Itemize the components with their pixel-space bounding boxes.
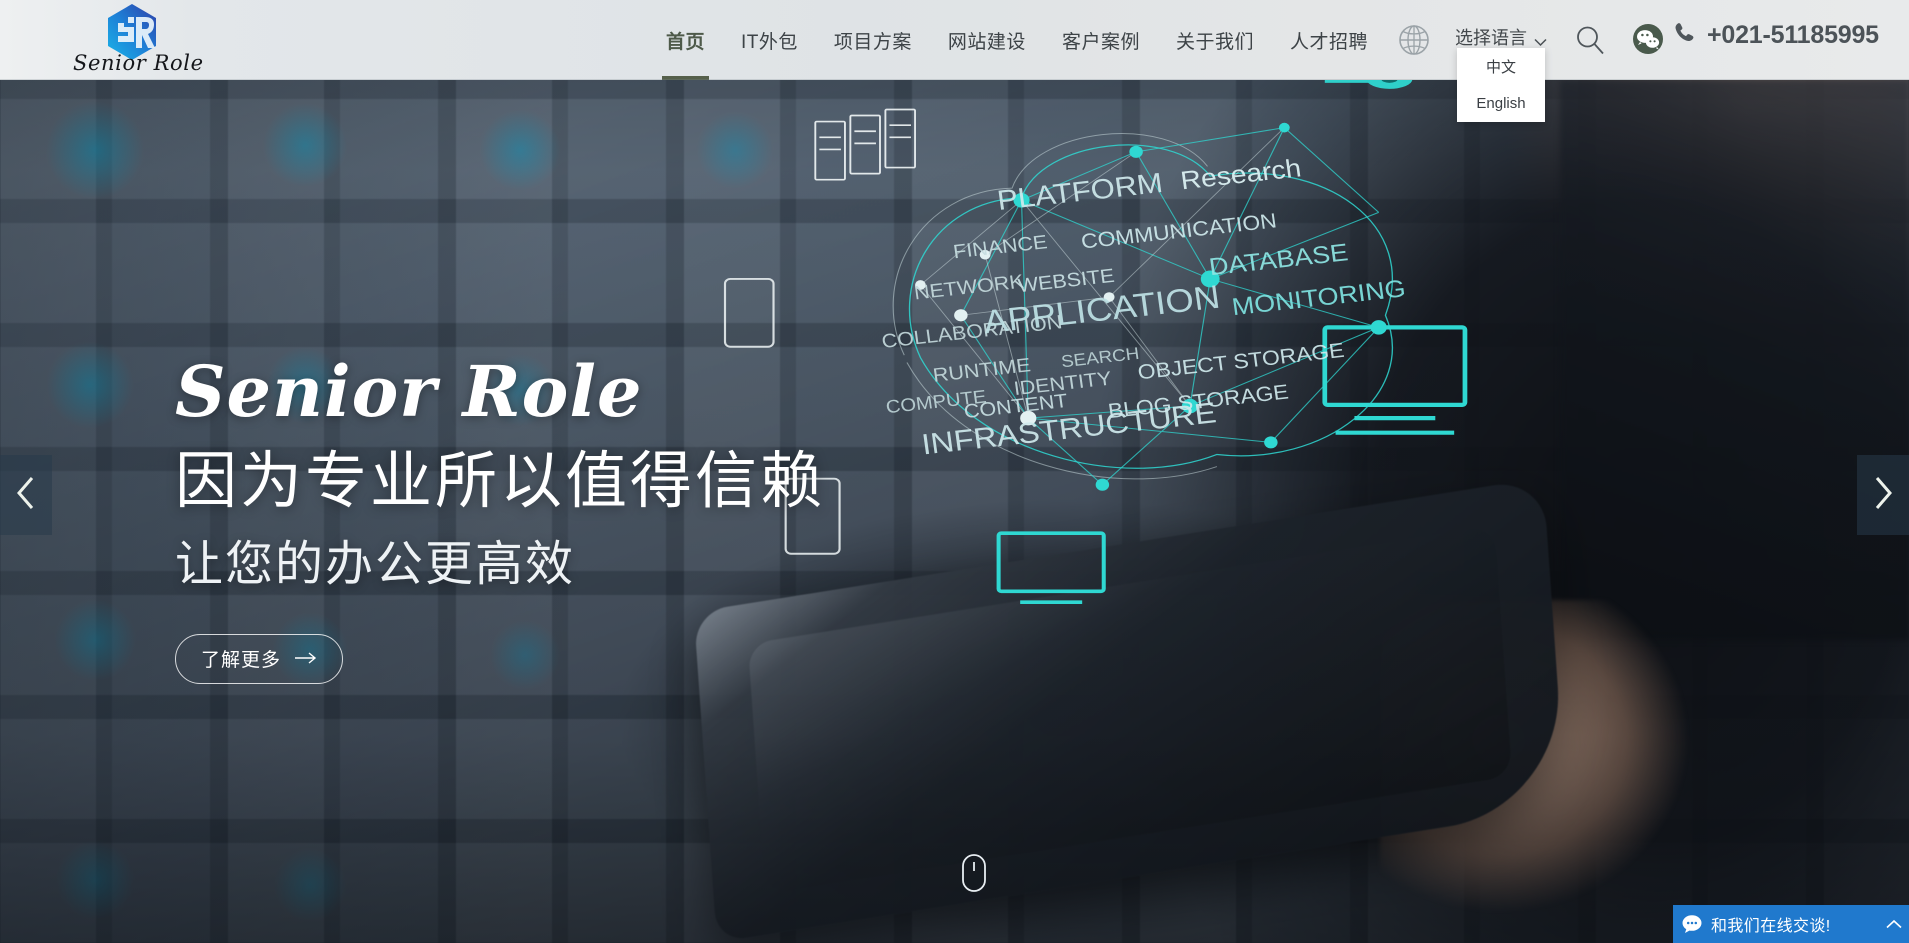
learn-more-button[interactable]: 了解更多 bbox=[175, 633, 343, 684]
phone-number: +021-51185995 bbox=[1707, 21, 1879, 49]
learn-more-label: 了解更多 bbox=[200, 650, 281, 672]
hero-script-title: Senior Role bbox=[175, 350, 643, 433]
phone-contact[interactable]: +021-51185995 bbox=[1672, 20, 1879, 51]
logo-text: Senior Role bbox=[73, 51, 204, 75]
site-header: Senior Role 首页 IT外包 项目方案 网站建设 客户案例 关于我们 … bbox=[0, 0, 1909, 122]
tech-label-2: FINANCE bbox=[952, 231, 1049, 263]
chat-bubble-icon bbox=[1673, 905, 1711, 943]
carousel-prev-button[interactable] bbox=[0, 455, 52, 535]
wechat-icon[interactable] bbox=[1632, 23, 1664, 55]
language-option-english[interactable]: English bbox=[1457, 85, 1545, 122]
nav-item-customer-cases[interactable]: 客户案例 bbox=[1044, 0, 1158, 80]
tech-label-1: Research bbox=[1179, 154, 1303, 195]
hero-headline: 因为专业所以值得信赖 bbox=[175, 446, 826, 516]
mouse-scroll-icon[interactable] bbox=[961, 853, 987, 893]
hero-subheadline: 让您的办公更高效 bbox=[175, 537, 576, 591]
chevron-down-icon bbox=[1534, 31, 1547, 47]
tech-label-7: MONITORING bbox=[1230, 276, 1407, 321]
tech-graphic-labels: PLATFORM Research FINANCE COMMUNICATIONDATA… bbox=[880, 154, 1407, 461]
globe-icon[interactable] bbox=[1396, 22, 1432, 58]
tech-network-graphic: PLATFORM Research FINANCE COMMUNICATION DATA… bbox=[723, 0, 1500, 604]
nav-item-careers[interactable]: 人才招聘 bbox=[1272, 0, 1386, 80]
chevron-up-icon[interactable] bbox=[1879, 919, 1909, 929]
tech-label-11: OBJECT STORAGE bbox=[1136, 338, 1346, 384]
nav-item-about-us[interactable]: 关于我们 bbox=[1158, 0, 1272, 80]
chevron-right-icon bbox=[1872, 476, 1894, 515]
nav-item-home[interactable]: 首页 bbox=[648, 0, 723, 80]
carousel-next-button[interactable] bbox=[1857, 455, 1909, 535]
search-icon[interactable] bbox=[1573, 23, 1607, 57]
language-option-chinese[interactable]: 中文 bbox=[1457, 48, 1545, 85]
tech-label-3: COMMUNICATION bbox=[1080, 208, 1279, 253]
logo[interactable]: Senior Role bbox=[73, 1, 204, 79]
nav-item-it-outsourcing[interactable]: IT外包 bbox=[723, 0, 816, 80]
language-dropdown-menu: 中文 English bbox=[1457, 48, 1545, 122]
tech-label-0: PLATFORM bbox=[995, 167, 1164, 216]
nav-item-website-construction[interactable]: 网站建设 bbox=[930, 0, 1044, 80]
arrow-right-icon bbox=[295, 648, 317, 670]
live-chat-label: 和我们在线交谈! bbox=[1711, 918, 1831, 935]
language-selector[interactable]: 选择语言 bbox=[1455, 24, 1547, 50]
live-chat-widget[interactable]: 和我们在线交谈! bbox=[1673, 905, 1909, 943]
tech-label-10: SEARCH bbox=[1060, 344, 1141, 371]
phone-icon bbox=[1672, 20, 1698, 51]
chevron-left-icon bbox=[15, 476, 37, 515]
nav-item-project-solutions[interactable]: 项目方案 bbox=[816, 0, 930, 80]
hero-content: Senior Role 因为专业所以值得信赖 让您的办公更高效 了解更多 bbox=[175, 355, 825, 684]
tech-label-4: DATABASE bbox=[1207, 239, 1349, 281]
page-root: PLATFORM Research FINANCE COMMUNICATION DATA… bbox=[0, 0, 1909, 943]
main-navigation: 首页 IT外包 项目方案 网站建设 客户案例 关于我们 人才招聘 bbox=[648, 0, 1386, 80]
language-selector-label: 选择语言 bbox=[1455, 28, 1527, 48]
